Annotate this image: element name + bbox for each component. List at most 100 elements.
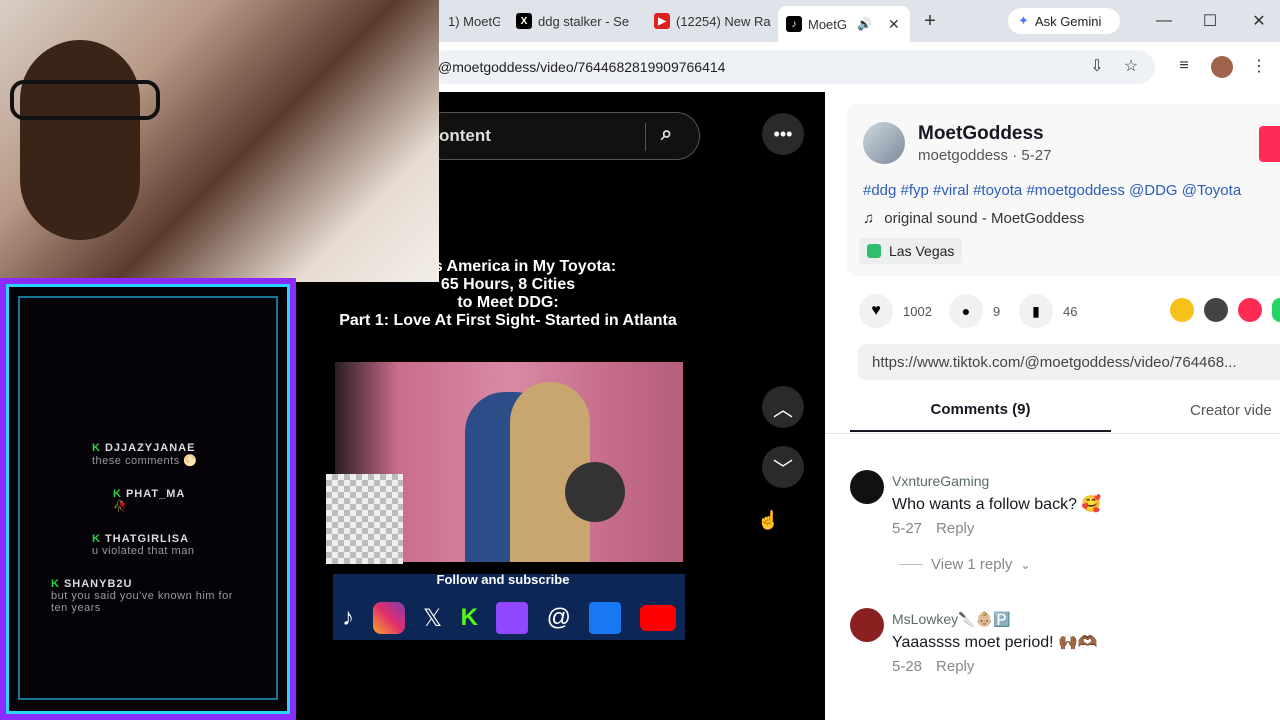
close-window-icon[interactable]: ✕ <box>1247 9 1271 33</box>
comment-username[interactable]: VxntureGaming <box>892 473 989 489</box>
comment-date: 5-28 <box>892 658 923 675</box>
chevron-down-icon: ⌄ <box>1020 557 1031 572</box>
social-banner: Follow and subscribe ♪ 𝕏 K @ <box>333 572 685 640</box>
youtube-icon: ▶ <box>654 13 670 29</box>
tab-3-label: (12254) New Ra <box>676 13 771 29</box>
next-video-icon[interactable]: ﹀ <box>762 446 804 488</box>
webcam-face <box>20 40 140 240</box>
tab-1[interactable]: 1) MoetG <box>440 6 500 36</box>
comment-meta: 5-28 Reply <box>892 658 974 675</box>
tab-2[interactable]: X ddg stalker - Se <box>508 6 636 36</box>
share-icon[interactable] <box>1238 298 1262 322</box>
chat-username: SHANYB2U <box>63 578 133 590</box>
mouse-cursor: ☝ <box>757 510 780 530</box>
follow-subscribe-text: Follow and subscribe <box>436 572 570 587</box>
menu-dots-icon[interactable]: ⋮ <box>1247 54 1271 78</box>
minimize-icon[interactable]: — <box>1152 9 1176 33</box>
follow-button[interactable] <box>1259 126 1280 162</box>
chat-message: but you said you've known him for ten ye… <box>51 590 233 614</box>
tab-2-label: ddg stalker - Se <box>538 13 630 29</box>
music-note-icon: ♫ <box>863 210 875 227</box>
tab-divider <box>825 433 1280 434</box>
chat-username: DJJAZYJANAE <box>104 442 196 454</box>
comment-meta: 5-27 Reply <box>892 520 974 537</box>
post-hashtags[interactable]: #ddg #fyp #viral #toyota #moetgoddess @D… <box>863 182 1241 199</box>
search-text: ontent <box>439 126 491 145</box>
commenter-avatar[interactable] <box>850 470 884 504</box>
reply-button[interactable]: Reply <box>936 658 974 675</box>
ask-gemini-label: Ask Gemini <box>1034 13 1102 29</box>
bookmark-star-icon[interactable]: ☆ <box>1119 54 1143 78</box>
comment-icon: ● <box>949 294 983 328</box>
view-replies-label: View 1 reply <box>931 556 1013 573</box>
commenter-avatar[interactable] <box>850 608 884 642</box>
search-input[interactable]: ontent ⌕ <box>420 112 700 160</box>
reply-button[interactable]: Reply <box>936 520 974 537</box>
like-count: 1002 <box>903 303 932 319</box>
repost-icon[interactable] <box>1170 298 1194 322</box>
chat-message: u violated that man <box>92 545 195 557</box>
location-pin-icon <box>867 244 881 258</box>
chat-entry: K DJJAZYJANAE these comments 🌕 <box>92 442 198 467</box>
instagram-icon <box>372 602 405 634</box>
share-link-text: https://www.tiktok.com/@moetgoddess/vide… <box>872 353 1237 371</box>
webcam-overlay <box>0 0 439 282</box>
tab-creator-label: Creator vide <box>1190 401 1272 419</box>
comment-date: 5-27 <box>892 520 923 537</box>
save-action[interactable]: ▮ 46 <box>1019 294 1077 328</box>
heart-icon: ♥ <box>859 294 893 328</box>
qr-code <box>326 474 403 564</box>
previous-video-icon[interactable]: ︿ <box>762 386 804 428</box>
youtube-icon <box>639 605 676 631</box>
details-panel: MoetGoddess moetgoddess · 5-27 #ddg #fyp… <box>825 92 1280 720</box>
media-control-icon[interactable]: ≡ <box>1172 54 1196 78</box>
tab-1-label: 1) MoetG <box>448 13 500 29</box>
embed-icon[interactable] <box>1204 298 1228 322</box>
twitch-icon <box>496 602 529 634</box>
comment-username[interactable]: MsLowkey🔪👶🏼🅿️ <box>892 611 1010 628</box>
whatsapp-icon[interactable] <box>1272 298 1280 322</box>
like-action[interactable]: ♥ 1002 <box>859 294 932 328</box>
search-icon[interactable]: ⌕ <box>661 123 672 146</box>
tab-creator-videos[interactable]: Creator vide <box>1190 388 1272 432</box>
profile-avatar[interactable] <box>1211 56 1233 78</box>
url-text: @moetgoddess/video/7644682819909766414 <box>438 59 726 75</box>
author-name[interactable]: MoetGoddess <box>918 123 1044 145</box>
more-options-icon[interactable]: ••• <box>762 113 804 155</box>
chat-message: these comments 🌕 <box>92 455 198 467</box>
chat-username: PHAT_MA <box>125 488 186 500</box>
title-line-3: to Meet DDG: <box>457 294 559 311</box>
location-tag[interactable]: Las Vegas <box>859 238 963 264</box>
sound-row[interactable]: ♫ original sound - MoetGoddess <box>863 210 1084 227</box>
view-replies-button[interactable]: View 1 reply ⌄ <box>899 556 1031 573</box>
new-tab-icon[interactable]: + <box>918 9 942 33</box>
tiktok-icon: ♪ <box>342 604 355 631</box>
maximize-icon[interactable]: ☐ <box>1198 9 1222 33</box>
chat-entry: K PHAT_MA 🥀 <box>113 488 186 513</box>
ask-gemini-button[interactable]: ✦ Ask Gemini <box>1008 8 1120 34</box>
tab-comments-label: Comments (9) <box>930 400 1031 418</box>
title-line-4: Part 1: Love At First Sight- Started in … <box>339 312 677 329</box>
close-tab-icon[interactable]: ✕ <box>888 16 900 33</box>
tab-active[interactable]: ♪ MoetG 🔊 ✕ <box>778 6 910 42</box>
comment-action[interactable]: ● 9 <box>949 294 1000 328</box>
author-handle-date: moetgoddess · 5-27 <box>918 147 1052 164</box>
social-icons: ♪ 𝕏 K @ <box>333 602 685 634</box>
sound-label: original sound - MoetGoddess <box>884 210 1085 227</box>
share-link-field[interactable]: https://www.tiktok.com/@moetgoddess/vide… <box>858 344 1280 380</box>
photo-cutout <box>565 462 625 522</box>
url-field[interactable]: @moetgoddess/video/7644682819909766414 <box>430 50 1155 84</box>
author-avatar[interactable] <box>863 122 905 164</box>
tab-comments[interactable]: Comments (9) <box>850 388 1111 432</box>
comment-text: Yaaassss moet period! 🙌🏾🫶🏾 <box>892 634 1098 651</box>
kick-icon: K <box>460 604 478 631</box>
install-app-icon[interactable]: ⇩ <box>1085 54 1109 78</box>
x-icon: 𝕏 <box>422 604 443 632</box>
stream-chat-overlay: K DJJAZYJANAE these comments 🌕 K PHAT_MA 🥀… <box>0 278 296 720</box>
comment-count: 9 <box>993 303 1001 319</box>
comment-text: Who wants a follow back? 🥰 <box>892 496 1102 513</box>
chat-username: THATGIRLISA <box>104 533 190 545</box>
tab-3[interactable]: ▶ (12254) New Ra <box>646 6 771 36</box>
speaker-icon[interactable]: 🔊 <box>857 17 872 31</box>
facebook-icon <box>589 602 622 634</box>
